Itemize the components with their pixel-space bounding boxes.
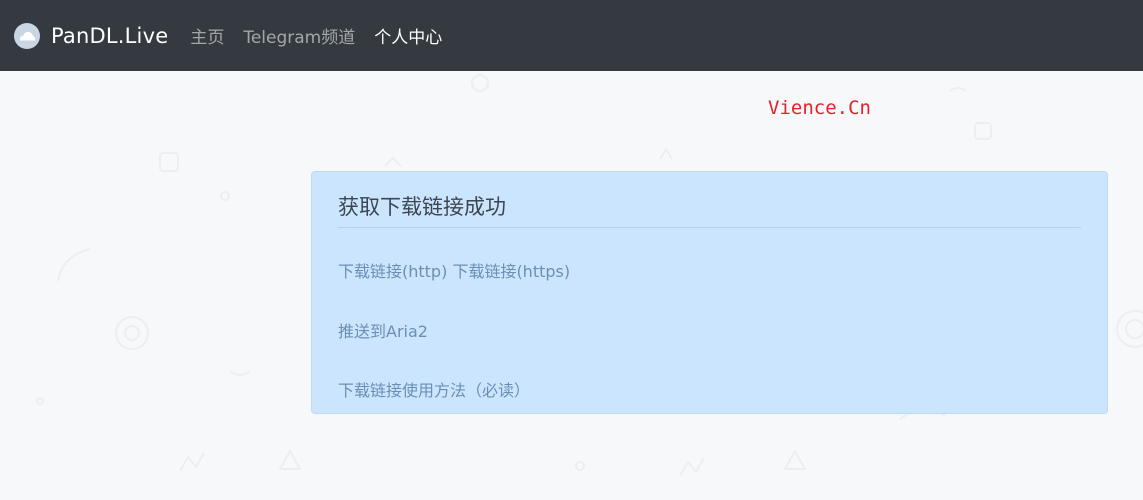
download-link-http[interactable]: 下载链接(http): [338, 262, 447, 281]
brand-link[interactable]: PanDL.Live: [13, 22, 168, 50]
download-link-https[interactable]: 下载链接(https): [452, 262, 570, 281]
nav-telegram-channel[interactable]: Telegram频道: [243, 23, 355, 48]
cloud-logo-icon: [14, 22, 40, 49]
watermark-text: Vience.Cn: [768, 97, 871, 119]
top-navbar: PanDL.Live 主页 Telegram频道 个人中心: [0, 0, 1143, 71]
usage-guide-row: 下载链接使用方法（必读）: [338, 377, 530, 401]
nav-personal-center[interactable]: 个人中心: [374, 23, 442, 48]
aria2-row: 推送到Aria2: [338, 318, 428, 342]
brand-name: PanDL.Live: [51, 23, 169, 48]
success-alert: 获取下载链接成功 下载链接(http) 下载链接(https) 推送到Aria2…: [311, 171, 1108, 414]
nav-home[interactable]: 主页: [190, 23, 224, 48]
alert-heading: 获取下载链接成功: [338, 172, 1081, 228]
usage-guide-link[interactable]: 下载链接使用方法（必读）: [338, 381, 530, 400]
download-links-row: 下载链接(http) 下载链接(https): [338, 258, 570, 282]
push-to-aria2-link[interactable]: 推送到Aria2: [338, 322, 428, 341]
